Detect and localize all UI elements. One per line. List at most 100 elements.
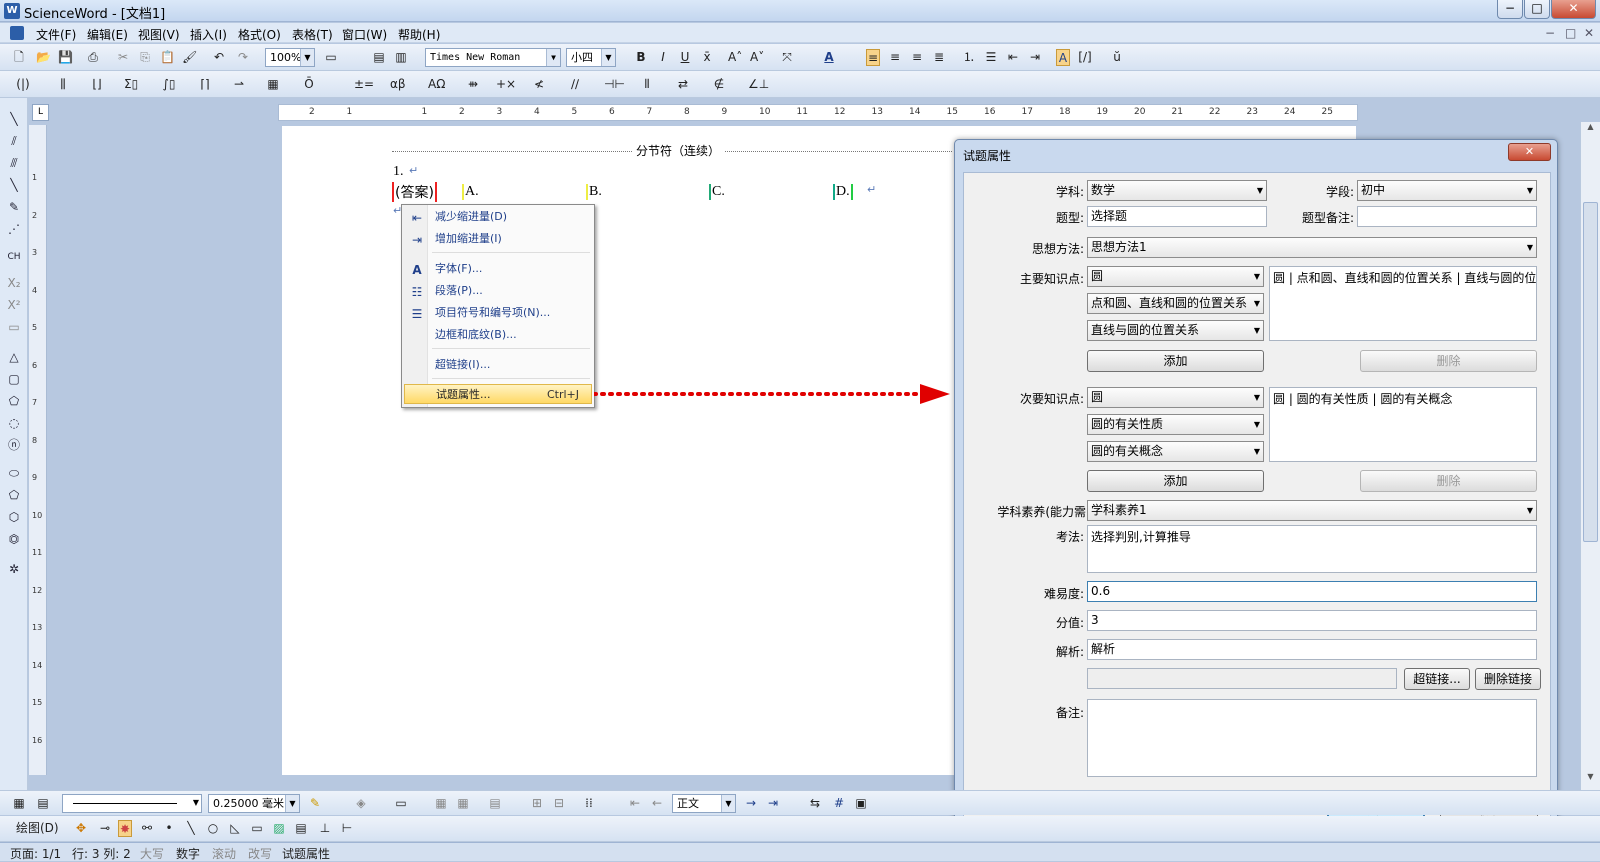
zoom-select[interactable]: 100% ▼ (265, 48, 315, 67)
tab-icon[interactable]: ⇆ (808, 795, 822, 812)
subscript-icon[interactable]: X₂ (4, 274, 24, 292)
prev-first-icon[interactable]: ⇤ (628, 795, 642, 812)
line-color-icon[interactable]: ✎ (308, 795, 322, 812)
menu-help[interactable]: 帮助(H) (398, 26, 440, 43)
pentagon-icon[interactable]: ⬠ (4, 392, 24, 410)
option-c[interactable]: C. (709, 184, 725, 200)
table-edit-icon[interactable]: ▤ (36, 795, 50, 812)
next-icon[interactable]: → (744, 795, 758, 812)
align-justify-icon[interactable]: ≡ (866, 49, 880, 66)
table-grid-icon[interactable]: ▦ (266, 76, 280, 93)
bullets-icon[interactable]: ☰ (984, 49, 998, 66)
integral-icon[interactable]: ∫▯ (162, 76, 176, 93)
logic-icon[interactable]: ⊣⊢ (604, 76, 625, 93)
exam-field[interactable]: 选择判别,计算推导 (1087, 525, 1537, 573)
method-select[interactable]: 思想方法1 ▼ (1087, 237, 1537, 258)
menu-file[interactable]: 文件(F) (36, 26, 76, 43)
ability-select[interactable]: 学科素养1 ▼ (1087, 500, 1537, 521)
mdi-close-icon[interactable]: ✕ (1584, 26, 1594, 40)
answer-bracket[interactable]: (答案) (392, 182, 437, 202)
option-d[interactable]: D. (833, 184, 853, 200)
format-painter-icon[interactable]: 🖌 (182, 49, 197, 66)
note-field[interactable] (1087, 699, 1537, 777)
main-kp-select-1[interactable]: 圆 ▼ (1087, 266, 1264, 287)
hexagon-ring-icon[interactable]: ⏣ (4, 530, 24, 548)
rectangle-icon[interactable]: ▭ (250, 820, 264, 837)
menu-item-bullets[interactable]: ☰ 项目符号和编号项(N)... (404, 303, 592, 323)
menu-window[interactable]: 窗口(W) (342, 26, 387, 43)
font-color-button[interactable]: A (822, 49, 836, 66)
delete-link-button[interactable]: 删除链接 (1475, 668, 1541, 690)
menu-item-question-props[interactable]: 试题属性... Ctrl+J (404, 384, 592, 404)
next-last-icon[interactable]: ⇥ (766, 795, 780, 812)
parallel-icon[interactable]: ⫴ (640, 76, 654, 93)
bracket-pair-icon[interactable]: ⌊⌋ (90, 76, 104, 93)
formula-icon[interactable]: [/] (1078, 49, 1092, 66)
select-objects-icon[interactable]: ✥ (74, 820, 88, 837)
distribute-icon[interactable]: ≣ (932, 49, 946, 66)
draw-menu[interactable]: 绘图(D) (16, 820, 59, 837)
grid2-icon[interactable]: ▦ (456, 795, 470, 812)
align-center-icon[interactable]: ≡ (888, 49, 902, 66)
menu-format[interactable]: 格式(O) (238, 26, 281, 43)
qtype-note-field[interactable] (1357, 206, 1537, 227)
special-symbol-icon[interactable]: ✲ (4, 560, 24, 578)
superscript-icon[interactable]: X² (4, 296, 24, 314)
print-icon[interactable]: ⎙ (86, 49, 100, 66)
fill-color-icon[interactable]: ◈ (354, 795, 368, 812)
hyperlink-button[interactable]: 超链接... (1404, 668, 1470, 690)
image-icon[interactable]: ▨ (272, 820, 286, 837)
circle-dashed-icon[interactable]: ◌ (4, 414, 24, 432)
set-icon[interactable]: ∉ (712, 76, 726, 93)
doc-icon[interactable] (10, 26, 24, 40)
wave-icon[interactable]: ∕∕ (568, 76, 582, 93)
axis-icon[interactable]: ⊥ (318, 820, 332, 837)
analysis-field[interactable]: 解析 (1087, 639, 1537, 660)
cut-icon[interactable]: ✂ (116, 49, 130, 66)
menu-table[interactable]: 表格(T) (292, 26, 333, 43)
main-kp-list[interactable]: 圆 | 点和圆、直线和圆的位置关系 | 直线与圆的位置 (1269, 266, 1537, 341)
square-icon[interactable]: ▢ (4, 370, 24, 388)
menu-item-paragraph[interactable]: ☷ 段落(P)... (404, 281, 592, 301)
greek-lower-icon[interactable]: αβ (390, 76, 406, 93)
underline-button[interactable]: U (678, 49, 692, 66)
scroll-up-icon[interactable]: ▲ (1583, 122, 1598, 137)
stage-select[interactable]: 初中 ▼ (1357, 180, 1537, 201)
fraction-icon[interactable]: ⫼ (56, 76, 70, 93)
menu-edit[interactable]: 编辑(E) (87, 26, 128, 43)
dialog-close-button[interactable]: ✕ (1508, 143, 1551, 161)
sec-kp-select-3[interactable]: 圆的有关概念 ▼ (1087, 441, 1264, 462)
main-kp-delete-button[interactable]: 删除 (1360, 350, 1537, 372)
highlight-shape-icon[interactable]: ✸ (118, 820, 132, 837)
vertical-scrollbar[interactable]: ▲ ▼ (1580, 122, 1600, 790)
table-grid-icon[interactable]: ▦ (12, 795, 26, 812)
redo-icon[interactable]: ↷ (236, 49, 250, 66)
line-width-select[interactable]: 0.25000 毫米 ▼ (208, 794, 300, 813)
grow-font-icon[interactable]: A˄ (728, 49, 742, 66)
chart-icon[interactable]: ▤ (294, 820, 308, 837)
matrix-bracket-icon[interactable]: ⌈⌉ (198, 76, 212, 93)
maximize-button[interactable]: □ (1524, 0, 1550, 19)
line-style-select[interactable]: ▼ (62, 794, 202, 813)
border-icon[interactable]: ▭ (394, 795, 408, 812)
coord-icon[interactable]: ⊢ (340, 820, 354, 837)
scroll-down-icon[interactable]: ▼ (1583, 772, 1598, 787)
arrow-symbols-icon[interactable]: ⇻ (466, 76, 480, 93)
menu-item-hyperlink[interactable]: 超链接(I)... (404, 355, 592, 375)
shade-icon[interactable]: ▤ (488, 795, 502, 812)
char-spacing-icon[interactable]: ⤧ (780, 49, 794, 66)
triangle-icon[interactable]: △ (4, 348, 24, 366)
main-kp-add-button[interactable]: 添加 (1087, 350, 1264, 372)
angle-icon[interactable]: ∠⊥ (748, 76, 769, 93)
main-kp-select-3[interactable]: 直线与圆的位置关系 ▼ (1087, 320, 1264, 341)
greek-upper-icon[interactable]: ΑΩ (428, 76, 445, 93)
scissors-icon[interactable]: ⚯ (140, 820, 154, 837)
triangle-shape-icon[interactable]: ◺ (228, 820, 242, 837)
split-icon[interactable]: ⊞ (530, 795, 544, 812)
triple-line-icon[interactable]: ⫻ (4, 154, 24, 172)
highlight-icon[interactable]: A (1056, 49, 1070, 66)
sum-icon[interactable]: Σ▯ (124, 76, 138, 93)
menu-view[interactable]: 视图(V) (138, 26, 180, 43)
document-map-icon[interactable]: ▤ (372, 49, 386, 66)
bracket-icon[interactable]: (|) (16, 76, 30, 93)
